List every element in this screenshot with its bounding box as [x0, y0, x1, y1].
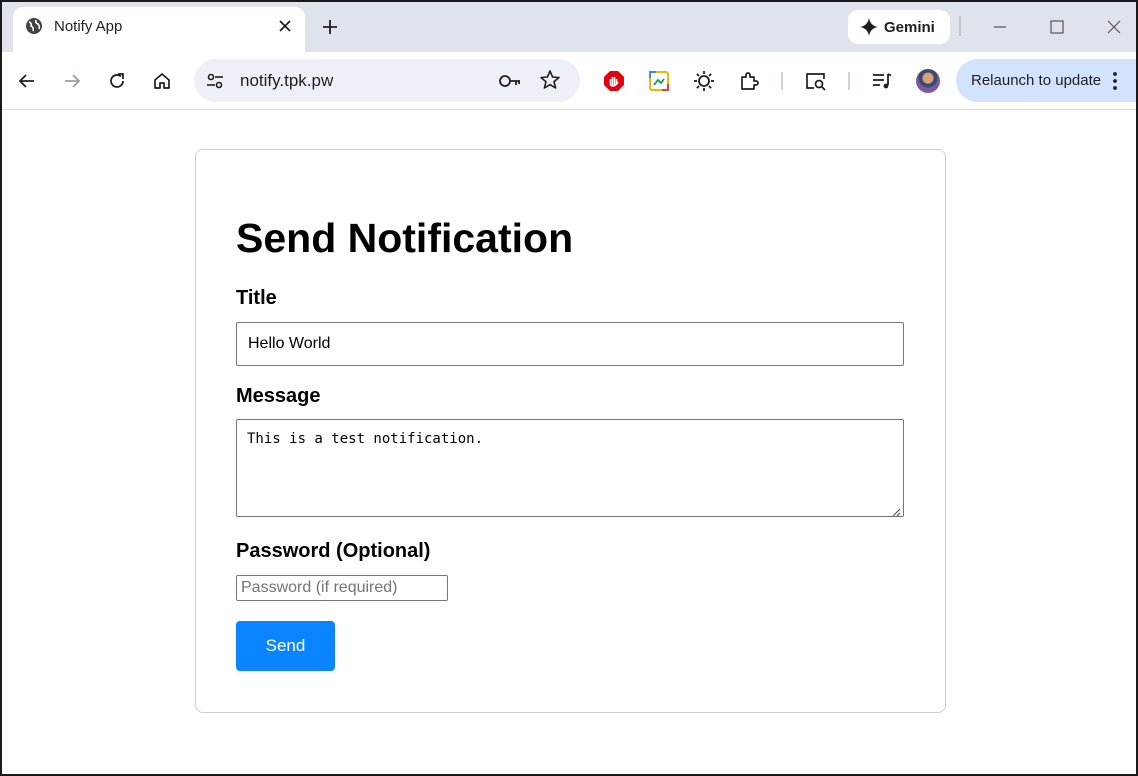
close-icon[interactable]: [275, 16, 295, 36]
extensions-puzzle-icon[interactable]: [739, 70, 761, 92]
relaunch-label: Relaunch to update: [971, 72, 1102, 89]
new-tab-button[interactable]: [318, 15, 342, 39]
relaunch-button[interactable]: Relaunch to update: [956, 59, 1136, 102]
divider: [848, 72, 850, 90]
reload-button[interactable]: [104, 68, 130, 94]
message-textarea[interactable]: This is a test notification.: [236, 419, 904, 517]
title-label: Title: [236, 287, 277, 309]
home-button[interactable]: [149, 68, 175, 94]
browser-window: Notify App Gemini notify.tpk.pw Relaunch…: [0, 0, 1138, 776]
back-button[interactable]: [14, 68, 40, 94]
divider: [959, 16, 961, 36]
close-window-button[interactable]: [1102, 15, 1126, 39]
image-extension-icon[interactable]: [648, 70, 670, 92]
password-input[interactable]: [236, 575, 448, 601]
more-menu-icon[interactable]: [1111, 71, 1119, 91]
tab-search-icon[interactable]: [805, 70, 827, 92]
password-label: Password (Optional): [236, 540, 431, 562]
title-input[interactable]: [236, 322, 904, 366]
profile-avatar[interactable]: [916, 69, 940, 93]
adblock-icon[interactable]: [603, 70, 625, 92]
send-button[interactable]: Send: [236, 621, 335, 671]
sun-extension-icon[interactable]: [693, 70, 715, 92]
resize-grip-icon[interactable]: [891, 504, 901, 517]
site-settings-icon[interactable]: [204, 70, 226, 92]
address-bar[interactable]: notify.tpk.pw: [194, 59, 580, 102]
bookmark-star-icon[interactable]: [539, 69, 561, 91]
browser-toolbar: notify.tpk.pw Relaunch to update: [2, 52, 1136, 110]
globe-icon: [25, 17, 43, 35]
forward-button[interactable]: [59, 68, 85, 94]
tab-strip: Notify App Gemini: [2, 2, 1136, 52]
page-viewport: Send Notification Title Message This is …: [2, 110, 1136, 774]
minimize-button[interactable]: [988, 15, 1012, 39]
maximize-button[interactable]: [1045, 15, 1069, 39]
url-text[interactable]: notify.tpk.pw: [240, 71, 333, 91]
media-queue-icon[interactable]: [871, 70, 893, 92]
tab-notify-app[interactable]: Notify App: [13, 7, 305, 52]
gemini-label: Gemini: [884, 18, 935, 36]
key-icon[interactable]: [498, 70, 522, 92]
gemini-button[interactable]: Gemini: [848, 10, 950, 44]
gemini-sparkle-icon: [860, 18, 878, 36]
divider: [781, 72, 783, 90]
page-title: Send Notification: [236, 215, 574, 261]
notification-form-card: Send Notification Title Message This is …: [195, 149, 946, 713]
tab-title: Notify App: [54, 18, 123, 35]
message-label: Message: [236, 385, 321, 407]
